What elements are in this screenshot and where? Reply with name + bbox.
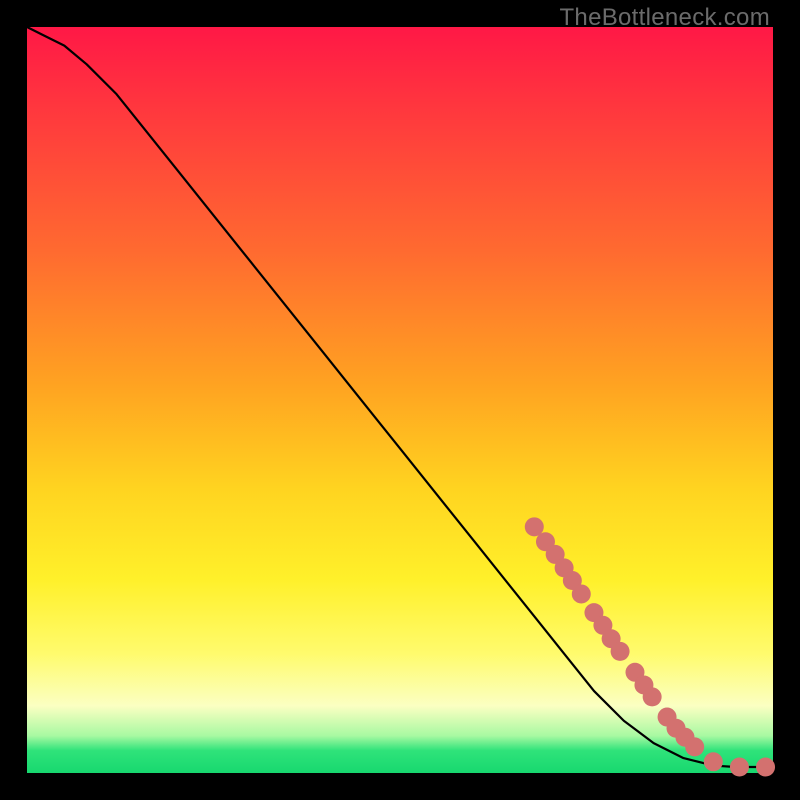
marker-dot — [643, 687, 662, 706]
marker-dot — [756, 758, 775, 777]
chart-stage: TheBottleneck.com — [0, 0, 800, 800]
plot-area — [27, 27, 773, 773]
marker-dot — [730, 758, 749, 777]
marker-dot — [611, 642, 630, 661]
marker-group — [525, 517, 775, 776]
marker-dot — [704, 752, 723, 771]
marker-dot — [572, 584, 591, 603]
marker-dot — [685, 737, 704, 756]
chart-svg — [27, 27, 773, 773]
curve-line — [27, 27, 773, 767]
